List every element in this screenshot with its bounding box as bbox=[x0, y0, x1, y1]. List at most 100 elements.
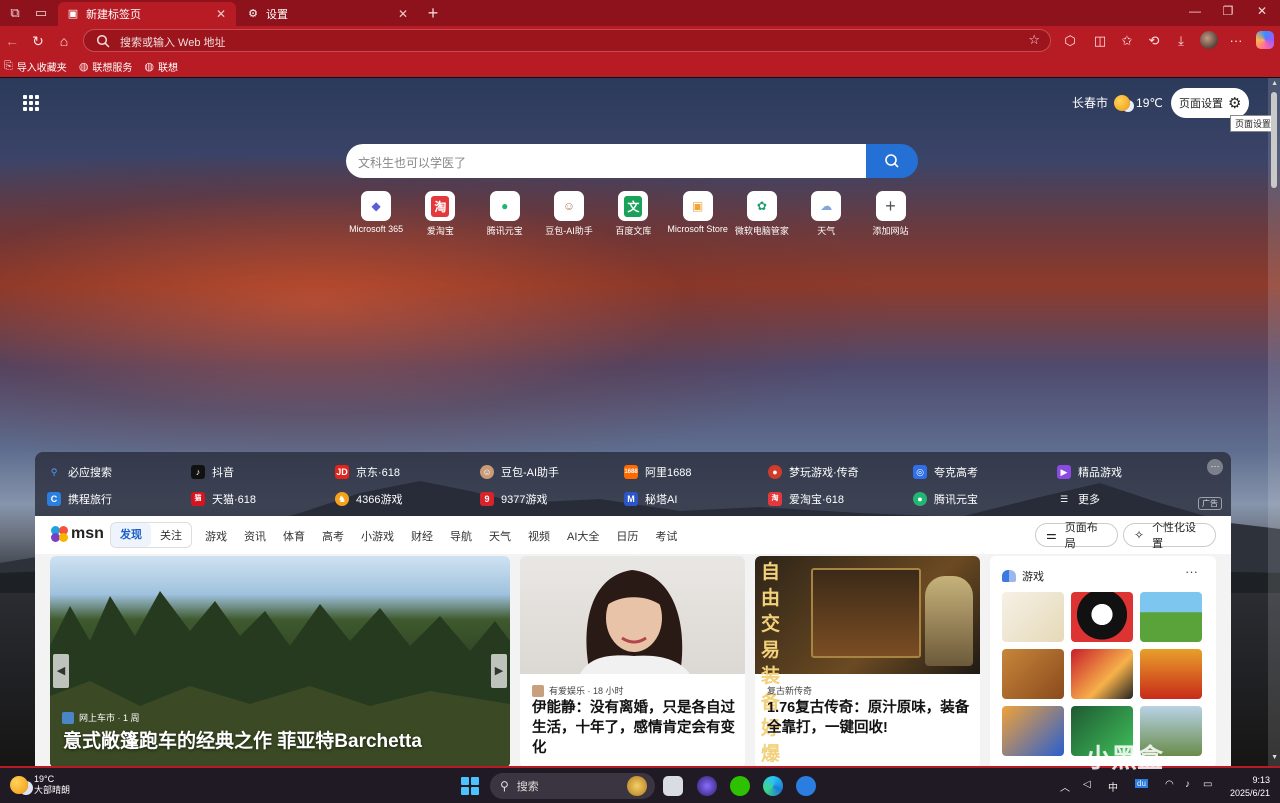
bookmark-lenovo[interactable]: ◍ 联想 bbox=[144, 59, 178, 74]
shortcut-baidu-wenku[interactable]: 文百度文库 bbox=[601, 191, 665, 237]
category-news[interactable]: 资讯 bbox=[244, 528, 266, 544]
game-tile[interactable] bbox=[1002, 649, 1064, 699]
close-icon[interactable]: ✕ bbox=[396, 7, 410, 21]
history-icon[interactable]: ⟲ bbox=[1144, 31, 1164, 51]
game-tile[interactable] bbox=[1002, 592, 1064, 642]
shortcut-pc-manager[interactable]: ✿ 微软电脑管家 bbox=[730, 191, 794, 237]
game-tile[interactable] bbox=[1071, 592, 1133, 642]
tab-discover[interactable]: 发现 bbox=[111, 523, 151, 547]
card-title[interactable]: 伊能静：没有离婚，只是各自过生活，十年了，感情肯定会有变化 bbox=[532, 698, 737, 758]
extensions-icon[interactable]: ⬡ bbox=[1060, 31, 1080, 51]
chevron-up-icon[interactable]: ︿ bbox=[1060, 779, 1070, 794]
weather-widget[interactable]: 长春市 19℃ bbox=[1072, 94, 1163, 111]
tab-settings[interactable]: ⚙ 设置 ✕ bbox=[238, 2, 418, 26]
app-icon[interactable] bbox=[796, 776, 816, 796]
category-finance[interactable]: 财经 bbox=[411, 528, 433, 544]
window-close-icon[interactable]: ✕ bbox=[1252, 4, 1272, 18]
shortcut-microsoft-365[interactable]: ◆ Microsoft 365 bbox=[344, 191, 408, 237]
start-button[interactable] bbox=[461, 777, 479, 795]
more-menu-icon[interactable]: ··· bbox=[1226, 31, 1246, 51]
card-title[interactable]: 1.76复古传奇：原汁原味，装备全靠打，一键回收! bbox=[767, 698, 972, 738]
page-scrollbar[interactable]: ▲ ▼ bbox=[1268, 78, 1280, 766]
shortcut-doubao[interactable]: ☺ 豆包-AI助手 bbox=[537, 191, 601, 237]
quicklink-more[interactable]: ☰ 更多 bbox=[1057, 491, 1100, 507]
system-clock[interactable]: 9:13 2025/6/21 bbox=[1226, 774, 1270, 800]
profile-avatar[interactable] bbox=[1200, 31, 1218, 49]
ad-card[interactable]: 自由交易 装备好爆 复古新传奇 1.76复古传奇：原汁原味，装备全靠打，一键回收… bbox=[755, 556, 980, 766]
shortcut-aitaobao[interactable]: 淘爱淘宝 bbox=[408, 191, 472, 237]
tab-new-tab[interactable]: ▣ 新建标签页 ✕ bbox=[58, 2, 236, 26]
apps-grid-icon[interactable] bbox=[23, 95, 39, 111]
more-options-icon[interactable]: ··· bbox=[1185, 564, 1198, 579]
tab-following[interactable]: 关注 bbox=[151, 527, 191, 543]
quicklink-ctrip[interactable]: C 携程旅行 bbox=[47, 491, 112, 507]
quicklink-4366[interactable]: ♞ 4366游戏 bbox=[335, 491, 402, 507]
ime-indicator[interactable]: 中 bbox=[1108, 779, 1118, 794]
category-exam[interactable]: 考试 bbox=[655, 528, 677, 544]
quicklink-yuanbao[interactable]: ● 腾讯元宝 bbox=[913, 491, 978, 507]
quicklink-mengwan[interactable]: ● 梦玩游戏·传奇 bbox=[768, 464, 859, 480]
search-button[interactable] bbox=[866, 144, 918, 178]
more-options-icon[interactable]: ··· bbox=[1207, 459, 1223, 475]
split-screen-icon[interactable]: ◫ bbox=[1090, 31, 1110, 51]
home-icon[interactable]: ⌂ bbox=[54, 31, 74, 51]
new-tab-button[interactable]: + bbox=[424, 4, 442, 22]
page-layout-button[interactable]: ⚌ 页面布局 bbox=[1035, 522, 1118, 550]
taskbar-search[interactable]: ⚲ 搜索 bbox=[490, 773, 655, 799]
shortcut-microsoft-store[interactable]: ▣ Microsoft Store bbox=[665, 191, 729, 237]
shortcut-weather[interactable]: ☁ 天气 bbox=[794, 191, 858, 237]
scroll-down-icon[interactable]: ▼ bbox=[1271, 754, 1278, 761]
search-input[interactable]: 文科生也可以学医了 bbox=[346, 144, 866, 178]
copilot-icon[interactable] bbox=[1256, 31, 1274, 49]
category-gaokao[interactable]: 高考 bbox=[322, 528, 344, 544]
category-sports[interactable]: 体育 bbox=[283, 528, 305, 544]
send-icon[interactable]: ◁ bbox=[1083, 779, 1091, 790]
ime-app-icon[interactable]: du bbox=[1135, 779, 1148, 788]
quicklink-quark[interactable]: ◎ 夸克高考 bbox=[913, 464, 978, 480]
quicklink-games[interactable]: ▶ 精品游戏 bbox=[1057, 464, 1122, 480]
game-tile[interactable] bbox=[1002, 706, 1064, 756]
edge-icon[interactable] bbox=[763, 776, 783, 796]
wechat-icon[interactable] bbox=[730, 776, 750, 796]
back-icon[interactable]: ← bbox=[2, 31, 22, 51]
game-tile[interactable] bbox=[1071, 649, 1133, 699]
category-games[interactable]: 游戏 bbox=[205, 528, 227, 544]
personalize-button[interactable]: ✧ 个性化设置 bbox=[1123, 522, 1216, 550]
hero-carousel-card[interactable]: ◀ ▶ 网上车市 · 1 周 意式敞篷跑车的经典之作 菲亚特Barchetta bbox=[50, 556, 510, 766]
quicklink-jd[interactable]: JD 京东·618 bbox=[335, 464, 400, 480]
refresh-icon[interactable]: ↻ bbox=[28, 31, 48, 51]
shortcut-yuanbao[interactable]: ● 腾讯元宝 bbox=[473, 191, 537, 237]
quicklink-tmall[interactable]: 猫天猫·618 bbox=[191, 491, 256, 507]
quicklink-aitaobao[interactable]: 淘爱淘宝·618 bbox=[768, 491, 844, 507]
category-video[interactable]: 视频 bbox=[528, 528, 550, 544]
category-navigation[interactable]: 导航 bbox=[450, 528, 472, 544]
quicklink-douyin[interactable]: ♪ 抖音 bbox=[191, 464, 234, 480]
carousel-next-button[interactable]: ▶ bbox=[491, 654, 507, 688]
news-card[interactable]: 有爱娱乐 · 18 小时 伊能静：没有离婚，只是各自过生活，十年了，感情肯定会有… bbox=[520, 556, 745, 766]
tab-actions-icon[interactable]: ▭ bbox=[32, 4, 50, 22]
battery-icon[interactable]: ▭ bbox=[1203, 779, 1212, 790]
shortcut-add-site[interactable]: + 添加网站 bbox=[858, 191, 922, 237]
bookmark-lenovo-service[interactable]: ◍ 联想服务 bbox=[79, 59, 133, 74]
page-settings-button[interactable]: 页面设置 ⚙ bbox=[1171, 88, 1249, 118]
quicklink-bing[interactable]: ⚲ 必应搜索 bbox=[47, 464, 112, 480]
bookmark-import[interactable]: ⎘ 导入收藏夹 bbox=[4, 59, 67, 74]
msn-logo[interactable]: msn bbox=[51, 525, 104, 543]
restore-icon[interactable]: ❐ bbox=[1218, 4, 1238, 18]
game-tile[interactable] bbox=[1140, 649, 1202, 699]
downloads-icon[interactable]: ⤓ bbox=[1171, 31, 1191, 51]
file-explorer-icon[interactable] bbox=[663, 776, 683, 796]
quicklink-9377[interactable]: 9 9377游戏 bbox=[480, 491, 547, 507]
category-mini-games[interactable]: 小游戏 bbox=[361, 528, 394, 544]
quicklink-1688[interactable]: 1688 阿里1688 bbox=[624, 464, 691, 480]
close-icon[interactable]: ✕ bbox=[214, 7, 228, 21]
quicklink-doubao[interactable]: ☺ 豆包-AI助手 bbox=[480, 464, 559, 480]
volume-icon[interactable]: ♪ bbox=[1185, 779, 1190, 790]
taskbar-weather[interactable]: 19°C 大部晴朗 bbox=[10, 774, 70, 796]
category-ai[interactable]: AI大全 bbox=[567, 528, 599, 544]
favorites-icon[interactable]: ✩ bbox=[1117, 31, 1137, 51]
category-calendar[interactable]: 日历 bbox=[616, 528, 638, 544]
favorite-star-icon[interactable]: ☆ bbox=[1028, 32, 1040, 48]
carousel-prev-button[interactable]: ◀ bbox=[53, 654, 69, 688]
quicklink-metaso[interactable]: M 秘塔AI bbox=[624, 491, 677, 507]
